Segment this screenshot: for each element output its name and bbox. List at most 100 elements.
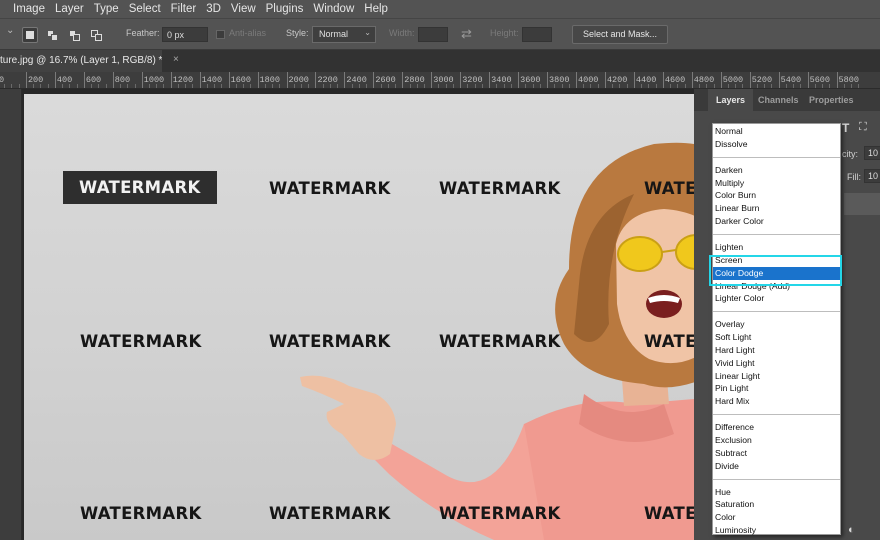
opacity-input[interactable]: 10 [864,146,880,160]
menu-image[interactable]: Image [8,0,50,18]
menu-select[interactable]: Select [124,0,166,18]
close-icon[interactable]: × [173,54,179,65]
blend-mode-option[interactable]: Vivid Light [713,357,840,370]
blend-mode-option[interactable]: Difference [713,421,840,434]
document-tab-title: ture.jpg @ 16.7% (Layer 1, RGB/8) * [0,55,162,66]
menu-layer[interactable]: Layer [50,0,89,18]
ruler-major-tick [778,72,780,88]
blend-mode-option[interactable]: Linear Burn [713,202,840,215]
menu-3d[interactable]: 3D [201,0,226,18]
ruler-minor-tick [380,84,382,88]
blend-mode-option[interactable]: Exclusion [713,434,840,447]
watermark-text: WATERMARK [439,504,561,523]
ruler-minor-tick [163,84,165,88]
document-tab[interactable]: ture.jpg @ 16.7% (Layer 1, RGB/8) * [0,50,162,72]
blend-mode-option[interactable]: Divide [713,460,840,473]
ruler-major-tick [25,72,27,88]
intersect-selection-button[interactable] [88,27,104,43]
blend-mode-option[interactable]: Normal [713,125,840,138]
blend-mode-option[interactable]: Hard Light [713,344,840,357]
ruler-minor-tick [308,84,310,88]
ruler-minor-tick [597,84,599,88]
ruler-minor-tick [293,84,295,88]
tab-layers[interactable]: Layers [708,89,754,111]
ruler-minor-tick [192,84,194,88]
ruler-major-tick [518,72,520,88]
menu-type[interactable]: Type [89,0,124,18]
menu-view[interactable]: View [226,0,261,18]
ruler-major-tick [112,72,114,88]
blend-mode-option[interactable]: Overlay [713,318,840,331]
select-and-mask-button[interactable]: Select and Mask... [572,25,669,44]
blend-mode-option[interactable]: Multiply [713,177,840,190]
shape-filter-icon[interactable]: ⛶ [859,121,867,134]
highlight-callout [709,255,842,286]
ruler-minor-tick [4,84,6,88]
watermark-text: WATERMARK [644,332,694,351]
blend-mode-option[interactable]: Color [713,511,840,524]
new-selection-button[interactable] [22,27,38,43]
type-filter-icon[interactable]: T [842,121,849,135]
ruler-minor-tick [366,84,368,88]
ruler-tick-label: 1600 [230,75,251,85]
add-selection-button[interactable] [44,27,60,43]
blend-mode-option[interactable]: Subtract [713,447,840,460]
menu-help[interactable]: Help [359,0,393,18]
blend-mode-option[interactable]: Dissolve [713,138,840,151]
horizontal-ruler[interactable]: 0200400600800100012001400160018002000220… [0,72,880,89]
ruler-minor-tick [148,84,150,88]
blend-mode-option[interactable]: Lighten [713,241,840,254]
ruler-minor-tick [337,84,339,88]
ruler-minor-tick [727,84,729,88]
blend-mode-option[interactable]: Soft Light [713,331,840,344]
blend-mode-dropdown[interactable]: Normal Dissolve Darken Multiply Color Burn Li… [712,123,841,535]
blend-mode-option[interactable]: Color Burn [713,189,840,202]
tab-properties[interactable]: Properties [809,89,854,111]
ruler-minor-tick [510,84,512,88]
blend-mode-option[interactable]: Luminosity [713,524,840,537]
ruler-minor-tick [62,84,64,88]
blend-mode-option[interactable]: Darken [713,164,840,177]
menu-separator [713,233,840,235]
blend-mode-option[interactable]: Darker Color [713,215,840,228]
blend-mode-option[interactable]: Hue [713,486,840,499]
tab-channels[interactable]: Channels [758,89,799,111]
opacity-label: city: [842,149,859,159]
ruler-minor-tick [756,84,758,88]
layer-row[interactable] [844,193,880,215]
ruler-minor-tick [322,84,324,88]
feather-input[interactable]: 0 px [162,27,208,42]
blend-mode-option[interactable]: Linear Light [713,370,840,383]
width-input[interactable] [418,27,448,42]
ruler-tick-label: 3000 [433,75,454,85]
ruler-major-tick [547,72,549,88]
document-canvas[interactable]: WATERMARK WATERMARK WATERMARK WATERMARK … [24,94,694,540]
antialias-checkbox[interactable] [216,30,225,39]
ruler-minor-tick [684,84,686,88]
vertical-ruler[interactable] [0,89,22,540]
ruler-tick-label: 5600 [809,75,830,85]
subtract-selection-button[interactable] [66,27,82,43]
swap-icon[interactable]: ⇄ [461,26,472,42]
menu-separator [713,311,840,313]
blend-mode-option[interactable]: Pin Light [713,382,840,395]
blend-mode-option[interactable]: Saturation [713,498,840,511]
panel-tabs: Layers Channels Properties [694,89,880,111]
menu-window[interactable]: Window [308,0,359,18]
ruler-minor-tick [105,84,107,88]
tool-preset-chevron-icon[interactable]: ⌄ [6,25,14,36]
style-select[interactable]: Normal ⌄ [312,26,376,43]
ruler-minor-tick [76,84,78,88]
fill-input[interactable]: 10 [864,169,880,183]
watermark-text: WATERMARK [80,332,202,351]
ruler-minor-tick [713,84,715,88]
ruler-major-tick [576,72,577,88]
ruler-minor-tick [822,84,824,88]
adjustment-layer-icon[interactable]: ◐ [848,524,855,536]
subtract-selection-icon [68,29,80,41]
menu-filter[interactable]: Filter [166,0,202,18]
blend-mode-option[interactable]: Hard Mix [713,395,840,408]
menu-plugins[interactable]: Plugins [261,0,309,18]
height-input[interactable] [522,27,552,42]
blend-mode-option[interactable]: Lighter Color [713,292,840,305]
